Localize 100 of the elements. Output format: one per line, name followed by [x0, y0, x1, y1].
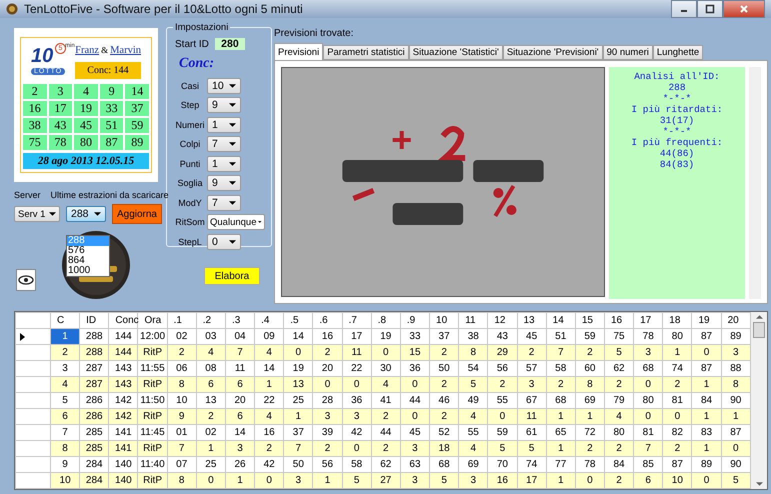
column-header[interactable]: .7: [342, 312, 372, 328]
scroll-down-icon[interactable]: [756, 482, 762, 486]
table-cell: 22: [342, 360, 372, 376]
column-header[interactable]: .4: [254, 312, 284, 328]
table-cell: 141: [108, 424, 138, 440]
tab[interactable]: Situazione 'Statistici': [408, 45, 503, 60]
number-cell: 87: [100, 135, 124, 150]
table-cell: 10: [50, 472, 80, 488]
table-cell: 17: [517, 472, 546, 488]
scroll-up-icon[interactable]: [756, 315, 762, 319]
dropdown-option[interactable]: 1000: [67, 266, 109, 276]
setting-dropdown[interactable]: 7: [207, 136, 241, 152]
table-cell: 85: [634, 456, 663, 472]
tab[interactable]: Previsioni: [274, 43, 324, 60]
table-cell: 8: [575, 376, 604, 392]
column-header[interactable]: 10: [430, 312, 459, 328]
author-link[interactable]: Marvin: [110, 45, 141, 56]
column-header[interactable]: 16: [604, 312, 634, 328]
close-button[interactable]: [723, 0, 765, 18]
minimize-button[interactable]: [671, 0, 697, 18]
table-cell: 0: [312, 376, 342, 392]
column-header[interactable]: .6: [312, 312, 342, 328]
setting-dropdown[interactable]: 9: [207, 97, 241, 114]
table-cell: 0: [400, 408, 430, 424]
tab[interactable]: 90 numeri: [602, 45, 653, 60]
table-cell: 10: [167, 392, 196, 408]
table-cell: 50: [430, 360, 459, 376]
table-cell: 68: [546, 392, 576, 408]
column-header[interactable]: 17: [634, 312, 663, 328]
table-cell: 62: [604, 360, 634, 376]
table-cell: 6: [225, 408, 255, 424]
tab[interactable]: Parametri statistici: [323, 45, 409, 60]
row-header[interactable]: [16, 328, 50, 344]
table-cell: 0: [721, 440, 750, 456]
setting-dropdown[interactable]: 9: [207, 175, 241, 192]
column-header[interactable]: ID: [80, 312, 109, 328]
table-cell: 83: [692, 424, 722, 440]
column-header[interactable]: C: [50, 312, 80, 328]
run-button[interactable]: Elabora: [204, 267, 260, 285]
field-label: Casi: [180, 80, 200, 91]
dropdown-option[interactable]: 864: [67, 256, 109, 266]
table-cell: 2: [604, 376, 634, 392]
author-link[interactable]: Franz: [75, 45, 100, 56]
analysis-line: 31(17): [660, 115, 694, 126]
column-header[interactable]: .1: [167, 312, 196, 328]
table-cell: 287: [80, 376, 109, 392]
setting-dropdown[interactable]: Qualunque: [207, 214, 265, 230]
download-dropdown[interactable]: 288: [66, 206, 106, 222]
setting-dropdown[interactable]: 10: [207, 78, 241, 94]
table-cell: 90: [721, 392, 750, 408]
column-header[interactable]: .8: [371, 312, 400, 328]
tab[interactable]: Situazione 'Previsioni': [502, 45, 603, 60]
table-cell: 144: [108, 328, 138, 344]
column-header[interactable]: .3: [225, 312, 255, 328]
column-header[interactable]: 15: [575, 312, 604, 328]
column-header[interactable]: Ora: [138, 312, 168, 328]
conc-heading: Conc:: [179, 56, 215, 72]
column-header[interactable]: .5: [284, 312, 313, 328]
number-cell: 2: [23, 84, 47, 99]
table-cell: 45: [517, 328, 546, 344]
update-button[interactable]: Aggiorna: [112, 204, 162, 224]
table-cell: 56: [488, 360, 517, 376]
column-header[interactable]: .9: [400, 312, 430, 328]
table-cell: 286: [80, 408, 109, 424]
setting-dropdown[interactable]: 0: [207, 234, 241, 250]
table-cell: 6: [196, 376, 226, 392]
table-cell: 69: [458, 456, 488, 472]
table-cell: 2: [430, 376, 459, 392]
table-cell: RitP: [138, 408, 168, 424]
eye-button[interactable]: [16, 269, 36, 291]
scrollbar[interactable]: [751, 312, 767, 489]
column-header[interactable]: Conc: [108, 312, 138, 328]
scroll-thumb[interactable]: [753, 322, 765, 338]
setting-dropdown[interactable]: 7: [207, 194, 241, 211]
column-header[interactable]: 11: [458, 312, 488, 328]
dropdown-option[interactable]: 576: [67, 246, 109, 256]
table-cell: 143: [108, 360, 138, 376]
column-header[interactable]: .2: [196, 312, 226, 328]
column-header[interactable]: 12: [488, 312, 517, 328]
server-dropdown[interactable]: Serv 1: [14, 206, 60, 222]
tab[interactable]: Lunghette: [652, 45, 704, 60]
table-cell: 6: [225, 376, 255, 392]
table-cell: 52: [430, 424, 459, 440]
table-cell: RitP: [138, 376, 168, 392]
column-header[interactable]: 13: [517, 312, 546, 328]
column-header[interactable]: 20: [721, 312, 750, 328]
table-cell: 5: [458, 376, 488, 392]
table-cell: 58: [342, 456, 372, 472]
column-header[interactable]: 19: [692, 312, 722, 328]
current-row-icon: [20, 332, 25, 340]
table-cell: 287: [80, 360, 109, 376]
table-cell: 284: [80, 472, 109, 488]
table-cell: 02: [167, 328, 196, 344]
setting-dropdown[interactable]: 1: [207, 156, 241, 172]
maximize-button[interactable]: [697, 0, 723, 18]
column-header[interactable]: 14: [546, 312, 576, 328]
setting-dropdown[interactable]: 1: [207, 116, 241, 133]
start-id-field[interactable]: 280: [214, 38, 245, 50]
table-cell: 3: [400, 440, 430, 456]
column-header[interactable]: 18: [662, 312, 692, 328]
